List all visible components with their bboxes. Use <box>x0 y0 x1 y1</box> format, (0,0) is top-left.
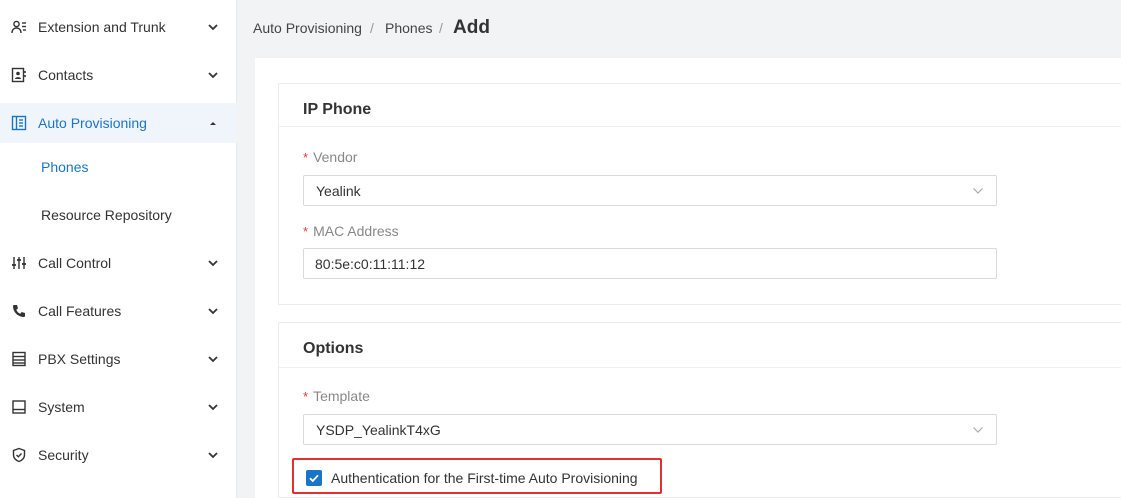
mac-address-label: * MAC Address <box>303 223 399 239</box>
sidebar-item-label: Call Features <box>38 303 122 319</box>
auth-first-time-checkbox[interactable] <box>306 470 322 486</box>
sidebar-subitem-phones[interactable]: Phones <box>0 147 237 187</box>
breadcrumb-separator: / <box>370 20 374 36</box>
sidebar-item-call-features[interactable]: Call Features <box>0 291 237 331</box>
provisioning-icon <box>11 115 27 131</box>
required-marker: * <box>303 224 309 239</box>
chevron-up-icon <box>210 122 216 125</box>
sidebar-subitem-label: Resource Repository <box>41 207 172 223</box>
sidebar-subitem-label: Phones <box>41 159 89 175</box>
chevron-down-icon <box>208 404 218 411</box>
sidebar-item-call-control[interactable]: Call Control <box>0 243 237 283</box>
shield-icon <box>11 447 27 463</box>
chevron-down-icon <box>208 452 218 459</box>
options-section-title: Options <box>303 340 364 357</box>
sidebar-item-auto-provisioning[interactable]: Auto Provisioning <box>0 103 237 143</box>
server-icon <box>11 351 27 367</box>
sidebar-item-label: Extension and Trunk <box>38 19 166 35</box>
required-marker: * <box>303 389 309 404</box>
breadcrumb-separator: / <box>439 20 443 36</box>
chevron-down-icon <box>208 308 218 315</box>
sidebar-item-label: System <box>38 399 85 415</box>
ip-phone-section-title: IP Phone <box>303 101 372 118</box>
chevron-down-icon <box>973 427 983 433</box>
sidebar-item-label: Security <box>38 447 89 463</box>
vendor-label: * Vendor <box>303 149 358 165</box>
section-divider <box>279 367 1121 368</box>
sidebar-item-label: Call Control <box>38 255 112 271</box>
vendor-select[interactable]: Yealink <box>303 175 997 206</box>
chevron-down-icon <box>208 356 218 363</box>
mac-address-field[interactable] <box>303 248 997 279</box>
chevron-down-icon <box>208 72 218 79</box>
sidebar-item-security[interactable]: Security <box>0 435 237 475</box>
sidebar-item-label: Contacts <box>38 67 94 83</box>
template-select-value: YSDP_YealinkT4xG <box>316 422 441 438</box>
required-marker: * <box>303 150 309 165</box>
auth-first-time-highlight: Authentication for the First-time Auto P… <box>292 458 662 494</box>
chevron-down-icon <box>208 260 218 267</box>
sliders-icon <box>11 255 27 271</box>
mac-address-input[interactable] <box>304 249 996 278</box>
phone-icon <box>11 303 27 319</box>
monitor-icon <box>11 399 27 415</box>
sidebar-item-contacts[interactable]: Contacts <box>0 55 237 95</box>
chevron-down-icon <box>973 188 983 194</box>
sidebar-item-label: PBX Settings <box>38 351 121 367</box>
section-divider <box>279 126 1121 127</box>
sidebar-item-label: Auto Provisioning <box>38 115 147 131</box>
vendor-select-value: Yealink <box>316 183 361 199</box>
auth-first-time-label[interactable]: Authentication for the First-time Auto P… <box>331 470 638 486</box>
page-title: Add <box>453 17 490 38</box>
checkmark-icon <box>309 474 319 483</box>
sidebar-item-system[interactable]: System <box>0 387 237 427</box>
sidebar: Extension and Trunk Contacts Auto Provis… <box>0 0 237 498</box>
sidebar-subitem-resource-repository[interactable]: Resource Repository <box>0 195 237 235</box>
user-list-icon <box>11 19 27 35</box>
sidebar-item-extension-and-trunk[interactable]: Extension and Trunk <box>0 7 237 47</box>
template-select[interactable]: YSDP_YealinkT4xG <box>303 414 997 445</box>
contacts-icon <box>11 67 27 83</box>
breadcrumb-phones[interactable]: Phones <box>385 20 432 36</box>
sidebar-item-pbx-settings[interactable]: PBX Settings <box>0 339 237 379</box>
chevron-down-icon <box>208 24 218 31</box>
template-label: * Template <box>303 388 370 404</box>
breadcrumb-auto-provisioning[interactable]: Auto Provisioning <box>253 20 362 36</box>
